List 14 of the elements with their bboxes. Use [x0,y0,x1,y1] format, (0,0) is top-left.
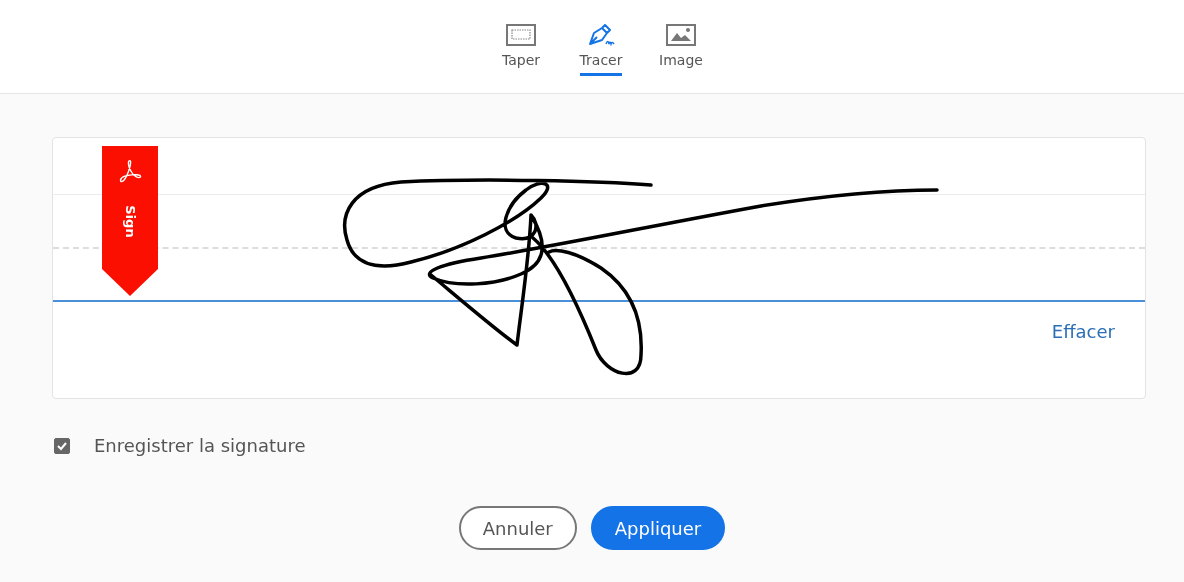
tab[interactable]: Tracer [571,0,631,94]
image-icon [666,24,696,46]
pen-icon [586,24,616,46]
logo-icon [117,158,143,184]
tab[interactable]: Taper [491,0,551,94]
checkbox[interactable] [54,437,70,454]
ribbon-label: Sign [122,205,138,238]
cancel-button[interactable]: Annuler [458,506,577,550]
checkbox-label: Enregistrer la signature [94,435,306,456]
apply-button[interactable]: Appliquer [590,506,726,550]
tab[interactable]: Image [651,0,711,94]
clear-link[interactable]: Effacer [1051,321,1115,342]
keyboard-icon [506,24,536,46]
signature-pad[interactable]: Sign Effacer [52,137,1146,399]
